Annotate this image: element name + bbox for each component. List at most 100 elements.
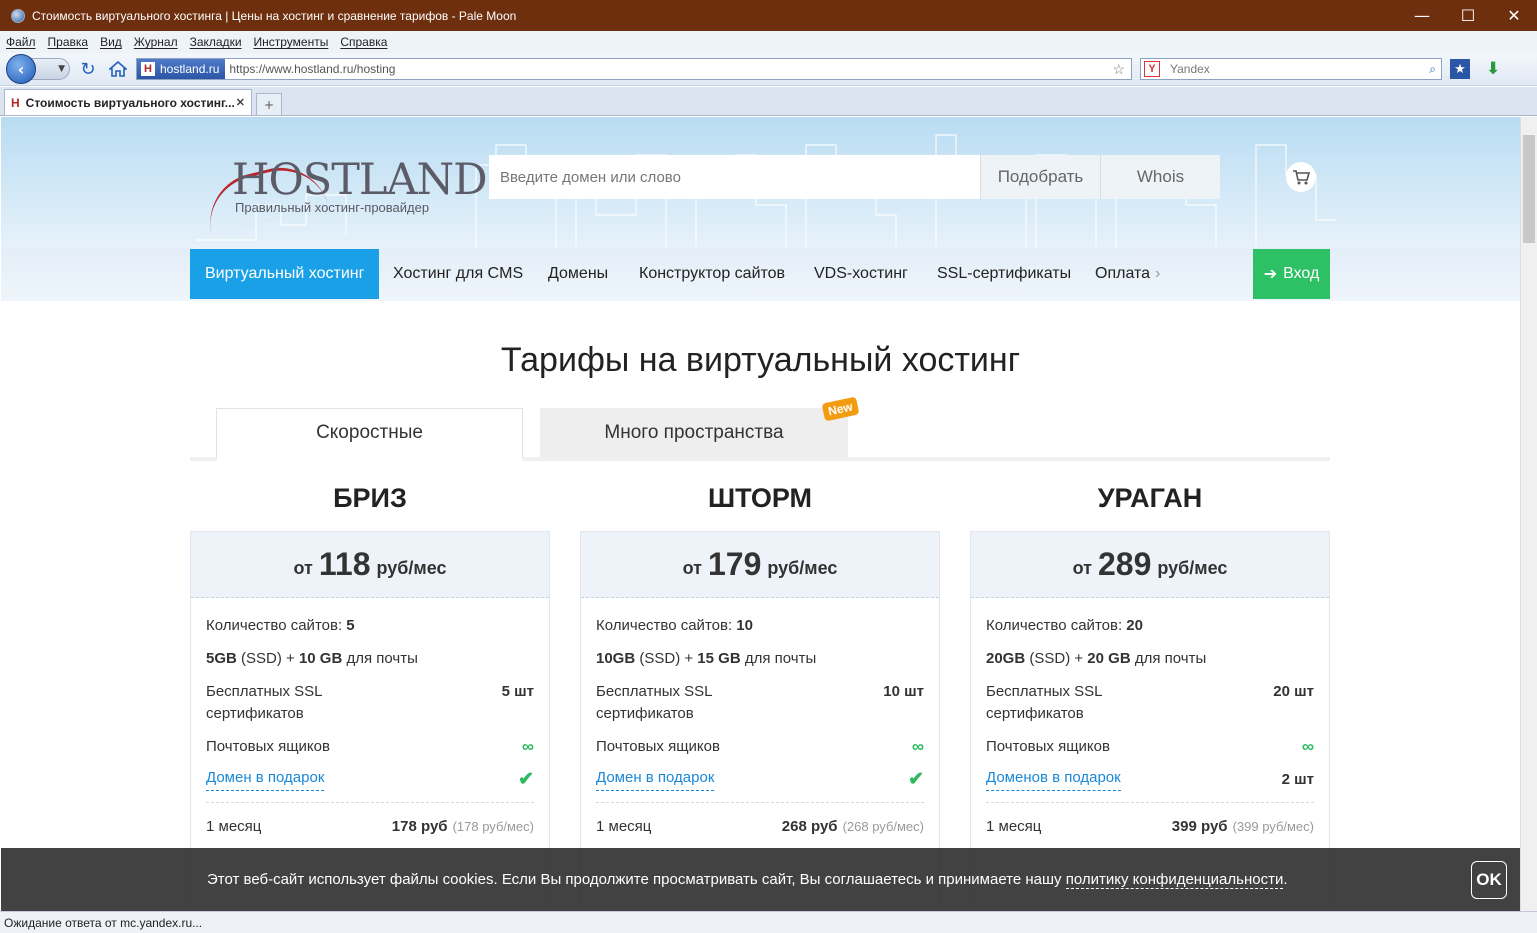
maximize-button[interactable]: ☐: [1445, 0, 1491, 31]
disk-row: 5GB (SSD) + 10 GB для почты: [206, 648, 534, 670]
plan-price: от 179 руб/мес: [581, 532, 939, 598]
price-unit: руб/мес: [1157, 558, 1228, 578]
pick-domain-button[interactable]: Подобрать: [980, 155, 1100, 199]
privacy-policy-link[interactable]: политику конфиденциальности: [1065, 871, 1284, 889]
nav-payment-label: Оплата: [1095, 265, 1151, 282]
infinity-icon: ∞: [1301, 737, 1314, 756]
price-value: 179: [707, 546, 762, 582]
month-price: 268 руб: [781, 818, 838, 835]
disk-row: 10GB (SSD) + 15 GB для почты: [596, 648, 924, 670]
cookie-message: Этот веб-сайт использует файлы cookies. …: [207, 871, 1062, 888]
nav-domains[interactable]: Домены: [533, 249, 623, 299]
cookie-ok-button[interactable]: OK: [1471, 861, 1507, 899]
domain-search-input[interactable]: [489, 155, 980, 199]
month-rate: (399 руб/мес): [1232, 819, 1314, 834]
chevron-right-icon: ›: [1155, 265, 1161, 282]
month-label: 1 месяц: [596, 818, 652, 835]
cart-icon[interactable]: [1286, 162, 1316, 192]
sites-row: Количество сайтов: 5: [206, 615, 534, 637]
menu-help[interactable]: Справка: [340, 35, 387, 49]
disk-type: (SSD) +: [639, 650, 694, 667]
download-icon[interactable]: ⬇: [1486, 59, 1500, 79]
infinity-icon: ∞: [521, 737, 534, 756]
login-button[interactable]: ➔ Вход: [1253, 249, 1330, 299]
main-navigation: Виртуальный хостинг Хостинг для CMS Доме…: [1, 248, 1520, 301]
disk-type: (SSD) +: [1029, 650, 1084, 667]
month-row: 1 месяц 399 руб (399 руб/мес): [986, 816, 1314, 838]
ssl-value: 20 шт: [1273, 683, 1314, 700]
nav-vds-hosting[interactable]: VDS-хостинг: [799, 249, 923, 299]
domain-count: 2 шт: [1281, 771, 1314, 788]
search-box[interactable]: Y Yandex ⌕: [1140, 58, 1442, 80]
tab-favicon: H: [11, 95, 20, 110]
domain-gift-link[interactable]: Домен в подарок: [596, 769, 715, 791]
close-window-button[interactable]: ✕: [1491, 0, 1537, 31]
domain-gift-link[interactable]: Доменов в подарок: [986, 769, 1121, 791]
navigation-toolbar: ‹ ▼ ↻ H hostland.ru https://www.hostland…: [0, 53, 1537, 86]
plan-price: от 118 руб/мес: [191, 532, 549, 598]
search-input[interactable]: Yandex: [1164, 62, 1429, 76]
domain-row: Домен в подарок ✔: [596, 769, 924, 791]
bookmarks-button[interactable]: ★: [1450, 59, 1470, 79]
address-bar[interactable]: H hostland.ru https://www.hostland.ru/ho…: [136, 58, 1132, 80]
mail-value: 15 GB: [697, 650, 741, 667]
tab-space-plans[interactable]: Много пространства: [540, 408, 848, 457]
disk-value: 5GB: [206, 650, 237, 667]
nav-ssl[interactable]: SSL-сертификаты: [922, 249, 1086, 299]
month-label: 1 месяц: [206, 818, 262, 835]
price-unit: руб/мес: [767, 558, 838, 578]
whois-button[interactable]: Whois: [1100, 155, 1220, 199]
cookie-end: .: [1283, 871, 1288, 888]
nav-payment[interactable]: Оплата ›: [1080, 249, 1175, 299]
scrollbar-thumb[interactable]: [1523, 135, 1535, 243]
mailbox-label: Почтовых ящиков: [206, 738, 330, 755]
minimize-button[interactable]: —: [1399, 0, 1445, 31]
window-title: Стоимость виртуального хостинга | Цены н…: [32, 8, 517, 23]
disk-value: 10GB: [596, 650, 636, 667]
back-button[interactable]: ‹: [6, 54, 36, 84]
nav-cms-hosting[interactable]: Хостинг для CMS: [378, 249, 538, 299]
hostland-logo[interactable]: HOSTLAND Правильный хостинг-провайдер: [199, 155, 488, 235]
price-value: 118: [318, 546, 371, 582]
mail-label: для почты: [346, 650, 418, 667]
logo-text: HOSTLAND: [232, 155, 488, 205]
yandex-icon[interactable]: Y: [1144, 61, 1160, 77]
ssl-row: Бесплатных SSL сертификатов 5 шт: [206, 681, 534, 725]
web-page: HOSTLAND Правильный хостинг-провайдер По…: [1, 117, 1520, 911]
search-icon[interactable]: ⌕: [1429, 62, 1436, 77]
reload-button[interactable]: ↻: [76, 57, 100, 81]
pale-moon-icon: [11, 8, 25, 23]
new-tab-button[interactable]: +: [256, 93, 282, 115]
nav-virtual-hosting[interactable]: Виртуальный хостинг: [190, 249, 380, 299]
menu-file[interactable]: Файл: [6, 35, 36, 49]
ssl-value: 5 шт: [501, 683, 534, 700]
bookmark-star-icon[interactable]: ☆: [1112, 61, 1125, 78]
price-prefix: от: [682, 558, 702, 578]
home-button[interactable]: [106, 57, 130, 81]
nav-site-builder[interactable]: Конструктор сайтов: [624, 249, 800, 299]
divider: [596, 802, 924, 803]
price-value: 289: [1097, 546, 1152, 582]
menu-view[interactable]: Вид: [100, 35, 122, 49]
browser-tab[interactable]: H Стоимость виртуального хостинг... ✕: [4, 89, 252, 115]
page-scrollbar[interactable]: [1520, 117, 1537, 911]
url-text[interactable]: https://www.hostland.ru/hosting: [229, 62, 1112, 76]
domain-gift-link[interactable]: Домен в подарок: [206, 769, 325, 791]
sites-value: 5: [346, 617, 355, 634]
plan-price: от 289 руб/мес: [971, 532, 1329, 598]
menu-edit[interactable]: Правка: [48, 35, 89, 49]
tab-close-icon[interactable]: ✕: [236, 96, 245, 109]
domain-row: Домен в подарок ✔: [206, 769, 534, 791]
menu-bookmarks[interactable]: Закладки: [190, 35, 242, 49]
ssl-row: Бесплатных SSL сертификатов 10 шт: [596, 681, 924, 725]
menu-history[interactable]: Журнал: [134, 35, 178, 49]
mailbox-label: Почтовых ящиков: [986, 738, 1110, 755]
mailbox-row: Почтовых ящиков ∞: [206, 736, 534, 758]
menu-tools[interactable]: Инструменты: [254, 35, 329, 49]
mail-value: 20 GB: [1087, 650, 1131, 667]
login-icon: ➔: [1263, 266, 1278, 283]
tab-fast-plans[interactable]: Скоростные: [216, 408, 523, 461]
sites-label: Количество сайтов:: [596, 617, 733, 634]
site-favicon: H: [141, 62, 155, 76]
site-identity[interactable]: H hostland.ru: [137, 59, 226, 79]
